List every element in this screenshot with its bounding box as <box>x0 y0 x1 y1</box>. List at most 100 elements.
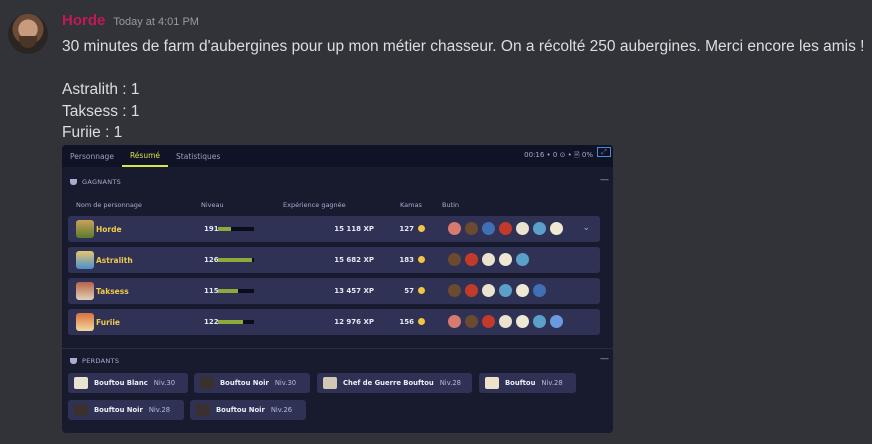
fight-status: 00:16 • 0 ⊙ • 🗎 0% <box>524 150 593 159</box>
avatar-beard <box>19 36 37 48</box>
message-line: 30 minutes de farm d'aubergines pour up … <box>62 38 865 55</box>
loot-item-icon[interactable] <box>533 284 546 297</box>
winner-kamas: 156 <box>399 318 414 326</box>
loot-item-icon[interactable] <box>499 315 512 328</box>
message-line: Taksess : 1 <box>62 102 140 120</box>
winner-row[interactable]: Taksess 115 13 457 XP 57 <box>68 278 600 304</box>
loot-list <box>448 222 563 235</box>
trophy-icon <box>70 179 77 185</box>
level-progress-bar <box>218 289 254 293</box>
loser-chip[interactable]: Bouftou Blanc Niv.30 <box>68 373 188 393</box>
winner-xp: 15 682 XP <box>334 256 374 264</box>
loot-item-icon[interactable] <box>499 253 512 266</box>
loot-item-icon[interactable] <box>550 222 563 235</box>
loot-item-icon[interactable] <box>533 315 546 328</box>
winner-level: 122 <box>204 318 219 326</box>
message-timestamp: Today at 4:01 PM <box>113 16 199 28</box>
trophy-icon <box>70 358 77 364</box>
winner-row[interactable]: Horde 191 15 118 XP 127 ⌄ <box>68 216 600 242</box>
winner-kamas: 183 <box>399 256 414 264</box>
loot-item-icon[interactable] <box>550 315 563 328</box>
col-loot: Butin <box>442 201 460 209</box>
winner-row[interactable]: Furiie 122 12 976 XP 156 <box>68 309 600 335</box>
fight-summary-image[interactable]: Personnage Résumé Statistiques 00:16 • 0… <box>62 145 613 433</box>
winner-name: Taksess <box>96 287 129 296</box>
message-line: Furiie : 1 <box>62 124 123 141</box>
tab-statistiques[interactable]: Statistiques <box>168 145 228 167</box>
losers-header: PERDANTS <box>70 357 119 365</box>
section-divider <box>62 348 613 349</box>
kamas-icon <box>418 256 425 263</box>
winner-row[interactable]: Astralith 126 15 682 XP 183 <box>68 247 600 273</box>
expand-icon[interactable]: ⤢ <box>597 147 611 157</box>
winner-name: Astralith <box>96 256 133 265</box>
loser-chip[interactable]: Bouftou Noir Niv.28 <box>68 400 184 420</box>
loot-item-icon[interactable] <box>482 253 495 266</box>
loser-level: Niv.28 <box>148 406 171 414</box>
winner-xp: 15 118 XP <box>334 225 374 233</box>
loot-item-icon[interactable] <box>482 315 495 328</box>
loot-item-icon[interactable] <box>465 222 478 235</box>
tab-personnage[interactable]: Personnage <box>62 145 122 167</box>
loser-level: Niv.28 <box>439 379 461 387</box>
loot-item-icon[interactable] <box>448 284 461 297</box>
level-progress-fill <box>218 227 231 231</box>
message-author[interactable]: Horde <box>62 12 105 29</box>
kamas-icon <box>418 287 425 294</box>
loot-item-icon[interactable] <box>482 222 495 235</box>
loser-chip[interactable]: Chef de Guerre Bouftou Niv.28 <box>317 373 472 393</box>
tab-bar: Personnage Résumé Statistiques 00:16 • 0… <box>62 145 613 167</box>
loser-chip[interactable]: Bouftou Noir Niv.26 <box>190 400 306 420</box>
message-header: Horde Today at 4:01 PM <box>62 12 199 29</box>
loser-chip[interactable]: Bouftou Niv.28 <box>479 373 576 393</box>
losers-title: PERDANTS <box>82 357 120 365</box>
loser-level: Niv.26 <box>270 406 293 414</box>
loot-item-icon[interactable] <box>482 284 495 297</box>
loot-item-icon[interactable] <box>465 253 478 266</box>
level-progress-fill <box>218 289 238 293</box>
chevron-down-icon[interactable]: ⌄ <box>582 223 590 233</box>
loser-name: Bouftou Noir <box>216 406 265 414</box>
loot-item-icon[interactable] <box>448 222 461 235</box>
col-name: Nom de personnage <box>76 201 142 209</box>
loser-level: Niv.28 <box>541 379 563 387</box>
winner-level: 126 <box>204 256 219 264</box>
character-portrait <box>76 251 94 269</box>
loot-item-icon[interactable] <box>499 222 512 235</box>
winners-header: GAGNANTS <box>70 178 121 186</box>
loot-item-icon[interactable] <box>448 253 461 266</box>
loot-item-icon[interactable] <box>516 315 529 328</box>
monster-portrait <box>196 404 210 416</box>
loser-name: Bouftou Blanc <box>94 379 148 387</box>
winner-xp: 13 457 XP <box>334 287 374 295</box>
collapse-winners-icon[interactable]: — <box>600 175 609 185</box>
winner-level: 115 <box>204 287 219 295</box>
loot-item-icon[interactable] <box>533 222 546 235</box>
loot-item-icon[interactable] <box>499 284 512 297</box>
winner-kamas: 127 <box>399 225 414 233</box>
monster-portrait <box>485 377 499 389</box>
level-progress-fill <box>218 320 244 324</box>
loser-name: Bouftou Noir <box>94 406 143 414</box>
loot-list <box>448 253 529 266</box>
col-xp: Expérience gagnée <box>283 201 346 209</box>
tab-resume[interactable]: Résumé <box>121 145 169 167</box>
level-progress-bar <box>218 227 254 231</box>
character-portrait <box>76 313 94 331</box>
collapse-losers-icon[interactable]: — <box>600 354 609 364</box>
loot-list <box>448 315 563 328</box>
loser-name: Bouftou <box>505 379 536 387</box>
loot-item-icon[interactable] <box>516 284 529 297</box>
kamas-icon <box>418 225 425 232</box>
col-kamas: Kamas <box>400 201 422 209</box>
loot-item-icon[interactable] <box>465 315 478 328</box>
winner-xp: 12 976 XP <box>334 318 374 326</box>
loot-item-icon[interactable] <box>448 315 461 328</box>
loser-chip[interactable]: Bouftou Noir Niv.30 <box>194 373 310 393</box>
loot-item-icon[interactable] <box>516 222 529 235</box>
loot-item-icon[interactable] <box>465 284 478 297</box>
loot-list <box>448 284 546 297</box>
monster-portrait <box>74 404 88 416</box>
loot-item-icon[interactable] <box>516 253 529 266</box>
user-avatar[interactable] <box>8 14 48 54</box>
